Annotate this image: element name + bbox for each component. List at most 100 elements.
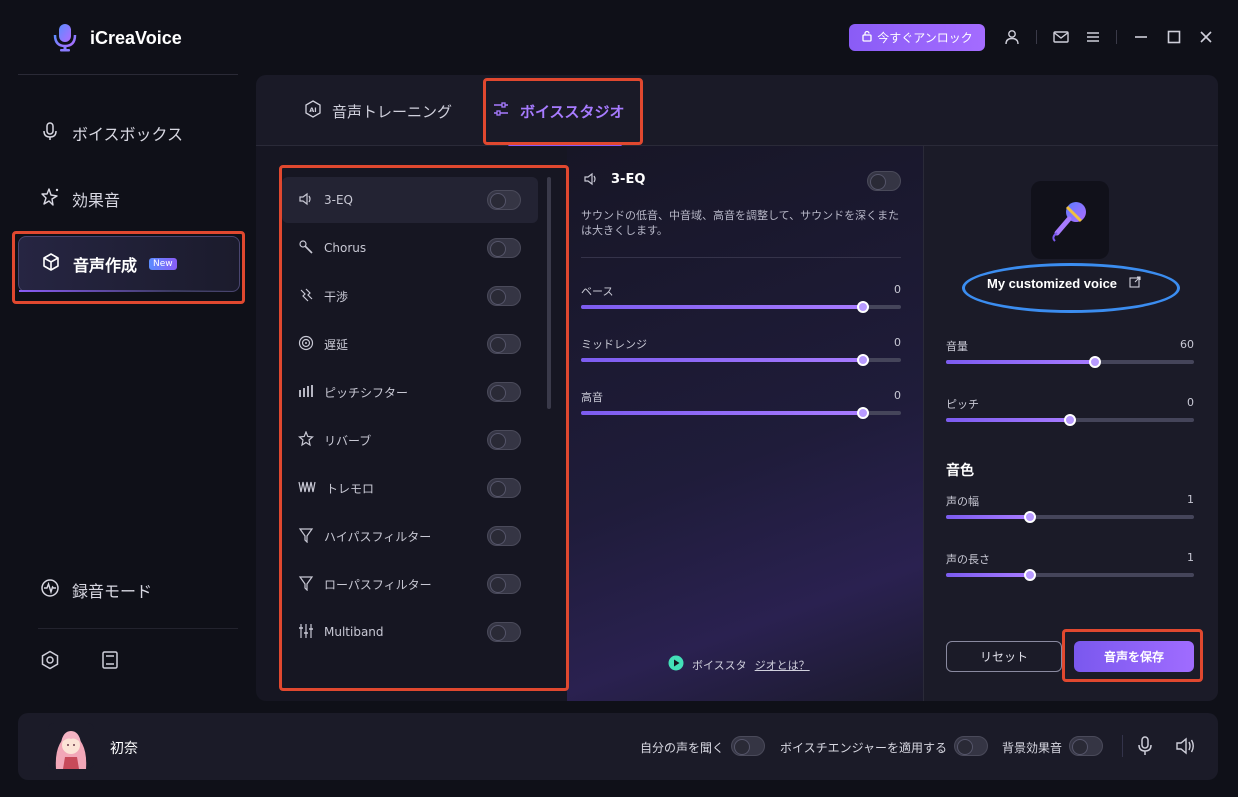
background-sfx-label: 背景効果音 bbox=[1002, 741, 1063, 755]
effect-item-pitch-shifter[interactable]: ピッチシフター bbox=[282, 369, 538, 415]
effect-toggle[interactable] bbox=[487, 190, 521, 210]
effect-toggle[interactable] bbox=[487, 574, 521, 594]
slider-thumb[interactable] bbox=[856, 407, 869, 419]
effect-enable-toggle[interactable] bbox=[867, 171, 901, 191]
speaker-icon bbox=[298, 192, 314, 209]
effect-label: 3-EQ bbox=[324, 193, 353, 207]
sliders-icon bbox=[492, 100, 510, 122]
microphone-icon[interactable] bbox=[1137, 736, 1153, 760]
app-window: iCreaVoice 今すぐアンロック ボイスボックス 効果音 音声作成 New… bbox=[0, 0, 1238, 797]
slider-track[interactable] bbox=[946, 569, 1194, 581]
effect-item-reverb[interactable]: リバーブ bbox=[282, 417, 538, 463]
tab-label: ボイススタジオ bbox=[520, 102, 625, 121]
effect-item-interference[interactable]: 干渉 bbox=[282, 273, 538, 319]
speaker-icon bbox=[583, 171, 599, 190]
slider-label: 声の幅 bbox=[946, 495, 979, 508]
effect-item-lowpass[interactable]: ローパスフィルター bbox=[282, 561, 538, 607]
slider-thumb[interactable] bbox=[1064, 414, 1076, 426]
slider-value: 0 bbox=[894, 336, 901, 349]
help-prefix: ボイススタ bbox=[692, 658, 747, 672]
effect-toggle[interactable] bbox=[487, 238, 521, 258]
maximize-icon[interactable] bbox=[1164, 27, 1184, 47]
slider-thumb[interactable] bbox=[856, 301, 869, 313]
reverb-icon bbox=[298, 429, 314, 450]
effect-toggle[interactable] bbox=[487, 382, 521, 402]
mail-icon[interactable] bbox=[1051, 27, 1071, 47]
effect-toggle[interactable] bbox=[487, 622, 521, 642]
effects-list: 3-EQ Chorus 干渉 遅延 ピッチシフター リバーブ トレモロ ハイパス… bbox=[282, 169, 566, 689]
slider-value: 1 bbox=[1187, 493, 1194, 506]
effect-item-3eq[interactable]: 3-EQ bbox=[282, 177, 538, 223]
lowpass-icon bbox=[298, 575, 314, 594]
slider-value: 0 bbox=[894, 389, 901, 402]
effect-item-tremolo[interactable]: トレモロ bbox=[282, 465, 538, 511]
unlock-button[interactable]: 今すぐアンロック bbox=[849, 24, 985, 51]
slider-fill bbox=[946, 418, 1070, 422]
chorus-icon bbox=[298, 239, 314, 258]
effect-toggle[interactable] bbox=[487, 286, 521, 306]
effect-item-delay[interactable]: 遅延 bbox=[282, 321, 538, 367]
sidebar-item-recording-mode[interactable]: 録音モード bbox=[18, 562, 243, 618]
reset-button[interactable]: リセット bbox=[946, 641, 1062, 672]
sidebar-item-sound-effects[interactable]: 効果音 bbox=[18, 171, 243, 227]
tab-voice-training[interactable]: AI 音声トレーニング bbox=[304, 100, 452, 122]
slider-thumb[interactable] bbox=[856, 354, 869, 366]
bottom-bar: 初奈 自分の声を聞く ボイスチエンジャーを適用する 背景効果音 bbox=[18, 713, 1218, 780]
slider-value: 1 bbox=[1187, 551, 1194, 564]
sidebar-item-voice-creation[interactable]: 音声作成 New bbox=[18, 236, 240, 292]
slider-track[interactable] bbox=[946, 356, 1194, 368]
sidebar-item-voicebox[interactable]: ボイスボックス bbox=[18, 105, 243, 161]
voice-name[interactable]: My customized voice bbox=[987, 276, 1141, 291]
slider-track[interactable] bbox=[946, 511, 1194, 523]
help-link-text[interactable]: ジオとは？ bbox=[755, 657, 810, 673]
effect-label: 遅延 bbox=[324, 337, 349, 352]
monitor-voice-toggle[interactable] bbox=[731, 736, 765, 756]
slider-fill bbox=[581, 358, 863, 362]
highpass-icon bbox=[298, 527, 314, 546]
effect-toggle[interactable] bbox=[487, 430, 521, 450]
character-avatar[interactable] bbox=[48, 723, 94, 769]
effect-item-multiband[interactable]: Multiband bbox=[282, 609, 538, 655]
apply-changer-toggle[interactable] bbox=[954, 736, 988, 756]
slider-track[interactable] bbox=[581, 354, 901, 366]
effects-scrollbar[interactable] bbox=[547, 177, 551, 409]
character-name: 初奈 bbox=[110, 741, 138, 757]
detail-divider bbox=[581, 257, 901, 258]
slider-fill bbox=[581, 411, 863, 415]
effect-item-chorus[interactable]: Chorus bbox=[282, 225, 538, 271]
effect-label: リバーブ bbox=[324, 433, 372, 448]
help-link[interactable]: ボイススタ ジオとは？ bbox=[668, 655, 810, 674]
effect-item-highpass[interactable]: ハイパスフィルター bbox=[282, 513, 538, 559]
microphone-icon bbox=[1052, 202, 1086, 242]
book-icon[interactable] bbox=[101, 650, 119, 674]
effect-toggle[interactable] bbox=[487, 334, 521, 354]
slider-value: 60 bbox=[1180, 338, 1194, 351]
sidebar-divider bbox=[38, 628, 238, 629]
slider-track[interactable] bbox=[946, 414, 1194, 426]
lock-icon bbox=[861, 30, 873, 45]
bars-icon bbox=[298, 384, 314, 401]
effect-label: Chorus bbox=[324, 241, 367, 255]
tab-voice-studio[interactable]: ボイススタジオ bbox=[492, 100, 625, 122]
slider-thumb[interactable] bbox=[1088, 356, 1101, 368]
minimize-icon[interactable] bbox=[1131, 27, 1151, 47]
unlock-label: 今すぐアンロック bbox=[877, 31, 973, 45]
effect-toggle[interactable] bbox=[487, 478, 521, 498]
edit-icon[interactable] bbox=[1129, 276, 1141, 291]
voice-name-label: My customized voice bbox=[987, 276, 1118, 291]
slider-track[interactable] bbox=[581, 407, 901, 419]
close-icon[interactable] bbox=[1196, 27, 1216, 47]
menu-icon[interactable] bbox=[1083, 27, 1103, 47]
background-sfx-toggle[interactable] bbox=[1069, 736, 1103, 756]
speaker-icon[interactable] bbox=[1175, 737, 1195, 759]
sparkle-icon bbox=[40, 187, 60, 211]
slider-value: 0 bbox=[894, 283, 901, 296]
app-logo-icon bbox=[50, 22, 80, 52]
delay-icon bbox=[298, 335, 314, 354]
effect-label: Multiband bbox=[324, 625, 384, 639]
save-voice-button[interactable]: 音声を保存 bbox=[1074, 641, 1194, 672]
slider-track[interactable] bbox=[581, 301, 901, 313]
settings-icon[interactable] bbox=[40, 650, 60, 674]
effect-toggle[interactable] bbox=[487, 526, 521, 546]
user-icon[interactable] bbox=[1002, 27, 1022, 47]
